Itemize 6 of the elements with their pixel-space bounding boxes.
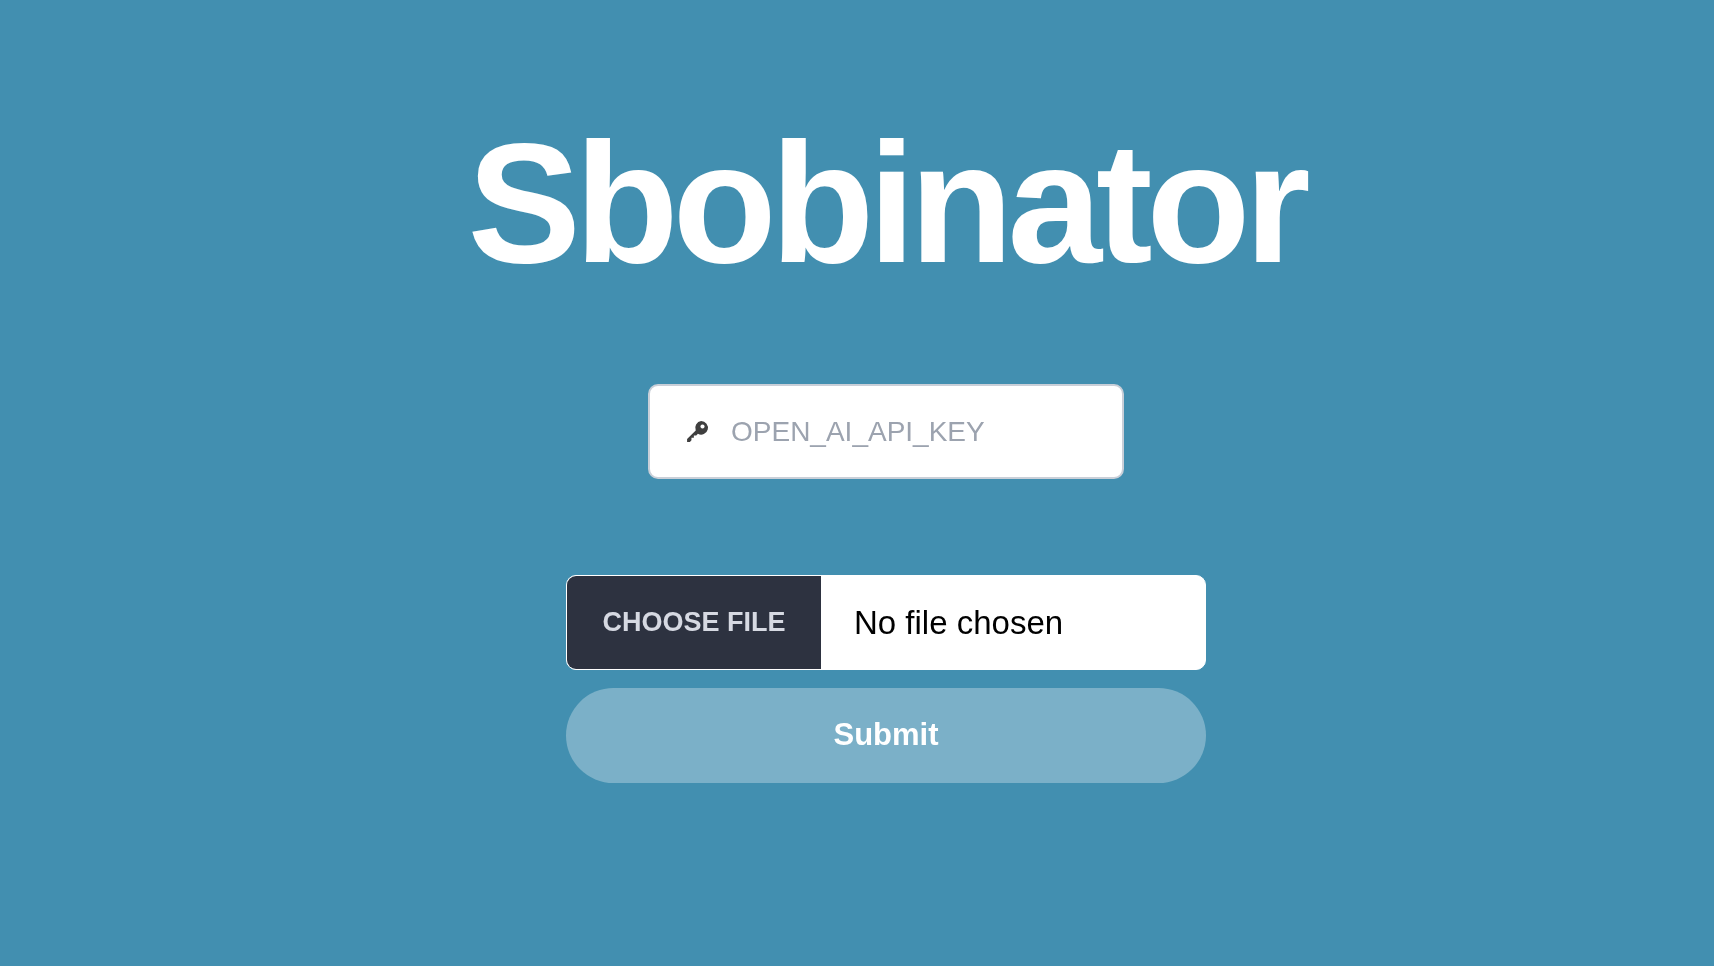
file-status-text: No file chosen [854, 602, 1064, 643]
key-icon [685, 419, 710, 444]
file-input[interactable]: CHOOSE FILE No file chosen [566, 575, 1206, 670]
api-key-field[interactable]: OPEN_AI_API_KEY [648, 384, 1124, 479]
choose-file-button[interactable]: CHOOSE FILE [567, 576, 821, 669]
app-title: Sbobinator [467, 118, 1305, 288]
